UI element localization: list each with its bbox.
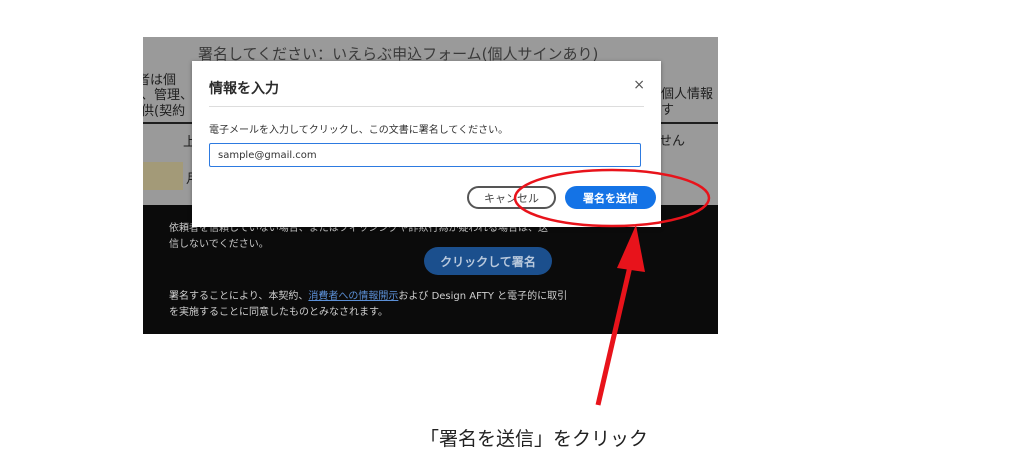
document-input-field[interactable] — [143, 162, 183, 190]
document-text-line: せん — [659, 134, 686, 149]
email-field[interactable] — [209, 143, 641, 167]
dialog-title: 情報を入力 — [209, 81, 279, 97]
disclosure-link[interactable]: 消費者への情報開示 — [308, 291, 398, 302]
consent-text: 署名することにより、本契約、消費者への情報開示および Design AFTY と… — [169, 289, 569, 321]
dialog-divider — [209, 106, 644, 107]
consent-prefix: 署名することにより、本契約、 — [169, 291, 309, 302]
cancel-button[interactable]: キャンセル — [467, 186, 556, 209]
send-signature-button[interactable]: 署名を送信 — [565, 186, 656, 209]
instruction-caption: 「署名を送信」をクリック — [420, 428, 649, 450]
dialog-instruction: 電子メールを入力してクリックし、この文書に署名してください。 — [209, 125, 509, 136]
close-icon[interactable]: × — [633, 78, 645, 92]
document-text-line: す — [661, 103, 675, 118]
click-to-sign-button[interactable]: クリックして署名 — [424, 247, 552, 275]
document-text-line: 供(契約 — [143, 104, 186, 119]
enter-info-dialog: 情報を入力 × 電子メールを入力してクリックし、この文書に署名してください。 キ… — [192, 61, 661, 227]
